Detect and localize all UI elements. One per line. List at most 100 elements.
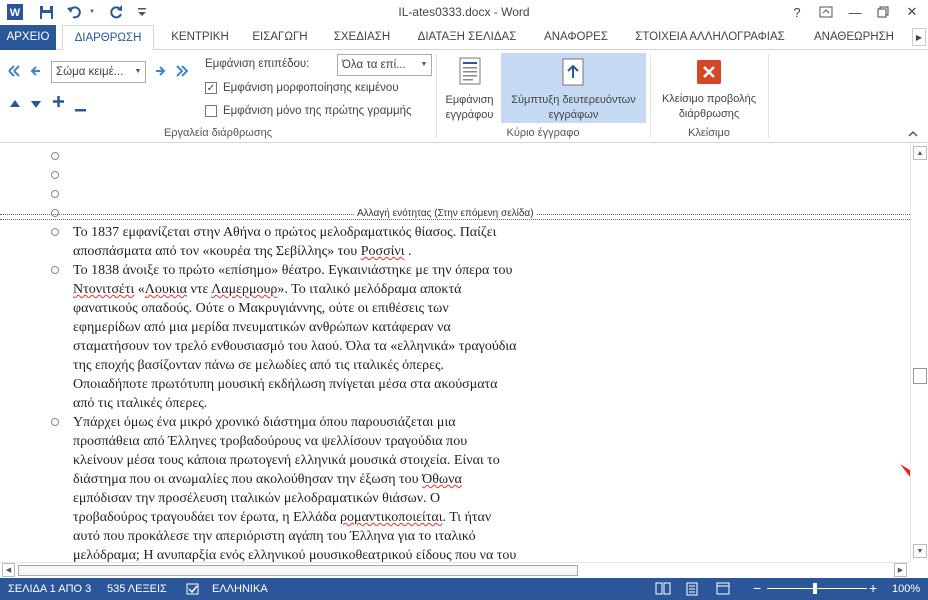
outline-paragraph[interactable]: Το 1838 άνοιξε το πρώτο «επίσημο» θέατρο… [73,261,593,413]
text-line: εφημερίδων από μια μερίδα πνευματικών αν… [73,320,451,335]
text-run: ». Το ιταλικό μελόδραμα αποκτά [277,282,462,297]
close-button[interactable]: ✕ [900,2,924,22]
zoom-out-button[interactable]: − [753,580,761,596]
text-line: Ντονιτσέτι «Λουκια ντε Λαμερμουρ». Το ιτ… [73,280,593,299]
show-first-line-checkbox[interactable]: Εμφάνιση μόνο της πρώτης γραμμής [205,102,445,120]
web-layout-icon[interactable] [716,582,730,598]
tab-scroll-right-icon[interactable]: ▶ [912,28,926,46]
help-button[interactable]: ? [785,2,809,22]
demote-icon[interactable] [154,64,166,81]
show-level-label: Εμφάνιση επιπέδου: [205,58,310,70]
status-bar: ΣΕΛΙΔΑ 1 ΑΠΟ 3 535 ΛΕΞΕΙΣ ΕΛΛΗΝΙΚΑ − + 1… [0,578,928,600]
move-down-icon[interactable] [31,98,41,112]
word-count[interactable]: 535 ΛΕΞΕΙΣ [107,583,167,595]
text-line: φανατικούς οπαδούς. Ούτε ο Μακρυγιάννης,… [73,301,449,316]
outline-level-combo[interactable]: Σώμα κειμέ... ▼ [51,61,146,83]
text-line: Το 1838 άνοιξε το πρώτο «επίσημο» θέατρο… [73,263,513,278]
misspelled-word[interactable]: Όθωνα [422,472,462,487]
text-line: από τις ιταλικές όπερες. [73,396,208,411]
tab-outline[interactable]: ΔΙΑΡΘΡΩΣΗ [62,25,154,51]
proofing-icon[interactable] [186,583,200,598]
tab-design[interactable]: ΣΧΕΔΙΑΣΗ [327,25,397,50]
text-run: « [134,282,145,297]
tab-file[interactable]: ΑΡΧΕΙΟ [0,25,56,50]
collapse-label-1: Σύμπτυξη δευτερευόντων [511,94,636,106]
outline-bullet[interactable] [51,418,59,426]
scroll-right-icon[interactable]: ▶ [894,563,907,577]
group-separator [650,54,651,138]
title-bar: W ▼ IL-ates0333.docx - Word ? — ✕ [0,0,928,25]
text-line: Οποιαδήποτε πρωτότυπη μουσική εκδήλωση π… [73,377,498,392]
show-document-button[interactable]: Εμφάνιση εγγράφου [441,53,498,123]
checkmark-icon: ✓ [205,82,217,94]
misspelled-word[interactable]: Λαμερμουρ [211,282,277,297]
text-run: αποσπάσματα από τον «κουρέα της Σεβίλλης… [73,244,361,259]
outline-paragraph[interactable]: Το 1837 εμφανίζεται στην Αθήνα ο πρώτος … [73,223,593,261]
vertical-scroll-thumb[interactable] [913,368,927,384]
collapse-subdocuments-button[interactable]: Σύμπτυξη δευτερευόντων εγγράφων [501,53,646,123]
show-document-label-1: Εμφάνιση [445,94,494,106]
tab-review[interactable]: ΑΝΑΘΕΩΡΗΣΗ [806,25,902,50]
language[interactable]: ΕΛΛΗΝΙΚΑ [212,583,268,595]
show-formatting-checkbox[interactable]: ✓ Εμφάνιση μορφοποίησης κειμένου [205,79,445,97]
read-mode-icon[interactable] [655,582,671,598]
page-count[interactable]: ΣΕΛΙΔΑ 1 ΑΠΟ 3 [8,583,91,595]
group-separator [436,54,437,138]
text-line: διάστημα που οι ανωμαλίες που ακολούθησα… [73,470,593,489]
scroll-left-icon[interactable]: ◀ [2,563,15,577]
misspelled-word[interactable]: Ροσσίνι [361,244,405,259]
promote-to-heading-icon[interactable] [7,64,23,81]
collapse-icon[interactable] [75,101,86,115]
horizontal-scroll-thumb[interactable] [18,565,578,576]
tab-home[interactable]: ΚΕΝΤΡΙΚΗ [163,25,237,50]
close-view-label-2: διάρθρωσης [678,108,740,120]
zoom-slider-track[interactable] [767,588,867,589]
chevron-down-icon: ▼ [134,68,142,75]
zoom-slider-thumb[interactable] [813,583,817,594]
close-outline-icon [697,60,721,87]
show-level-combo[interactable]: Όλα τα επί... ▼ [337,54,432,76]
promote-icon[interactable] [30,64,42,81]
tab-insert[interactable]: ΕΙΣΑΓΩΓΗ [247,25,313,50]
document-area[interactable]: Αλλαγή ενότητας (Στην επόμενη σελίδα) Το… [0,144,910,562]
tab-mailings[interactable]: ΣΤΟΙΧΕΙΑ ΑΛΛΗΛΟΓΡΑΦΙΑΣ [628,25,792,50]
outline-bullet[interactable] [51,266,59,274]
expand-icon[interactable] [53,96,64,110]
minimize-button[interactable]: — [843,2,867,22]
print-layout-icon[interactable] [686,582,698,599]
show-document-label-2: εγγράφου [445,109,494,121]
chevron-down-icon: ▼ [420,61,428,68]
text-line: τροβαδούρος τραγουδάει τον έρωτα, η Ελλά… [73,508,593,527]
outline-bullet[interactable] [51,152,59,160]
move-up-icon[interactable] [10,96,20,110]
tab-page-layout[interactable]: ΔΙΑΤΑΞΗ ΣΕΛΙΔΑΣ [410,25,524,50]
outline-bullet[interactable] [51,228,59,236]
outline-paragraph[interactable]: Υπάρχει όμως ένα μικρό χρονικό διάστημα … [73,413,593,562]
master-document-group-label: Κύριο έγγραφο [506,127,580,139]
zoom-in-button[interactable]: + [869,580,877,596]
vertical-scrollbar[interactable]: ▲ ▼ [910,144,928,562]
outline-bullet[interactable] [51,190,59,198]
misspelled-word[interactable]: Λουκια [145,282,187,297]
show-formatting-label: Εμφάνιση μορφοποίησης κειμένου [223,82,399,94]
collapse-ribbon-icon[interactable] [908,129,918,139]
text-run: . [404,244,412,259]
scroll-down-icon[interactable]: ▼ [913,544,927,558]
collapse-subdocuments-icon [562,58,584,89]
text-run: τροβαδούρος τραγουδάει τον έρωτα, η Ελλά… [73,510,340,525]
horizontal-scrollbar[interactable]: ◀ ▶ [0,562,910,577]
ribbon-display-options-icon[interactable] [814,2,838,22]
restore-icon[interactable] [871,2,895,22]
tab-references[interactable]: ΑΝΑΦΟΡΕΣ [538,25,614,50]
scroll-up-icon[interactable]: ▲ [913,146,927,160]
collapse-label-2: εγγράφων [548,109,599,121]
text-line: εμπόδισαν την προσέλευση ιταλικών μελοδρ… [73,491,441,506]
demote-to-body-icon[interactable] [173,64,189,81]
ribbon-tabs: ΑΡΧΕΙΟ ΔΙΑΡΘΡΩΣΗ ΚΕΝΤΡΙΚΗ ΕΙΣΑΓΩΓΗ ΣΧΕΔΙ… [0,25,928,51]
close-outline-view-button[interactable]: Κλείσιμο προβολής διάρθρωσης [654,53,764,123]
text-line: Υπάρχει όμως ένα μικρό χρονικό διάστημα … [73,415,456,430]
misspelled-word[interactable]: ρομαντικοποιείται [340,510,443,525]
misspelled-word[interactable]: Ντονιτσέτι [73,282,134,297]
zoom-level[interactable]: 100% [892,583,920,595]
outline-bullet[interactable] [51,171,59,179]
